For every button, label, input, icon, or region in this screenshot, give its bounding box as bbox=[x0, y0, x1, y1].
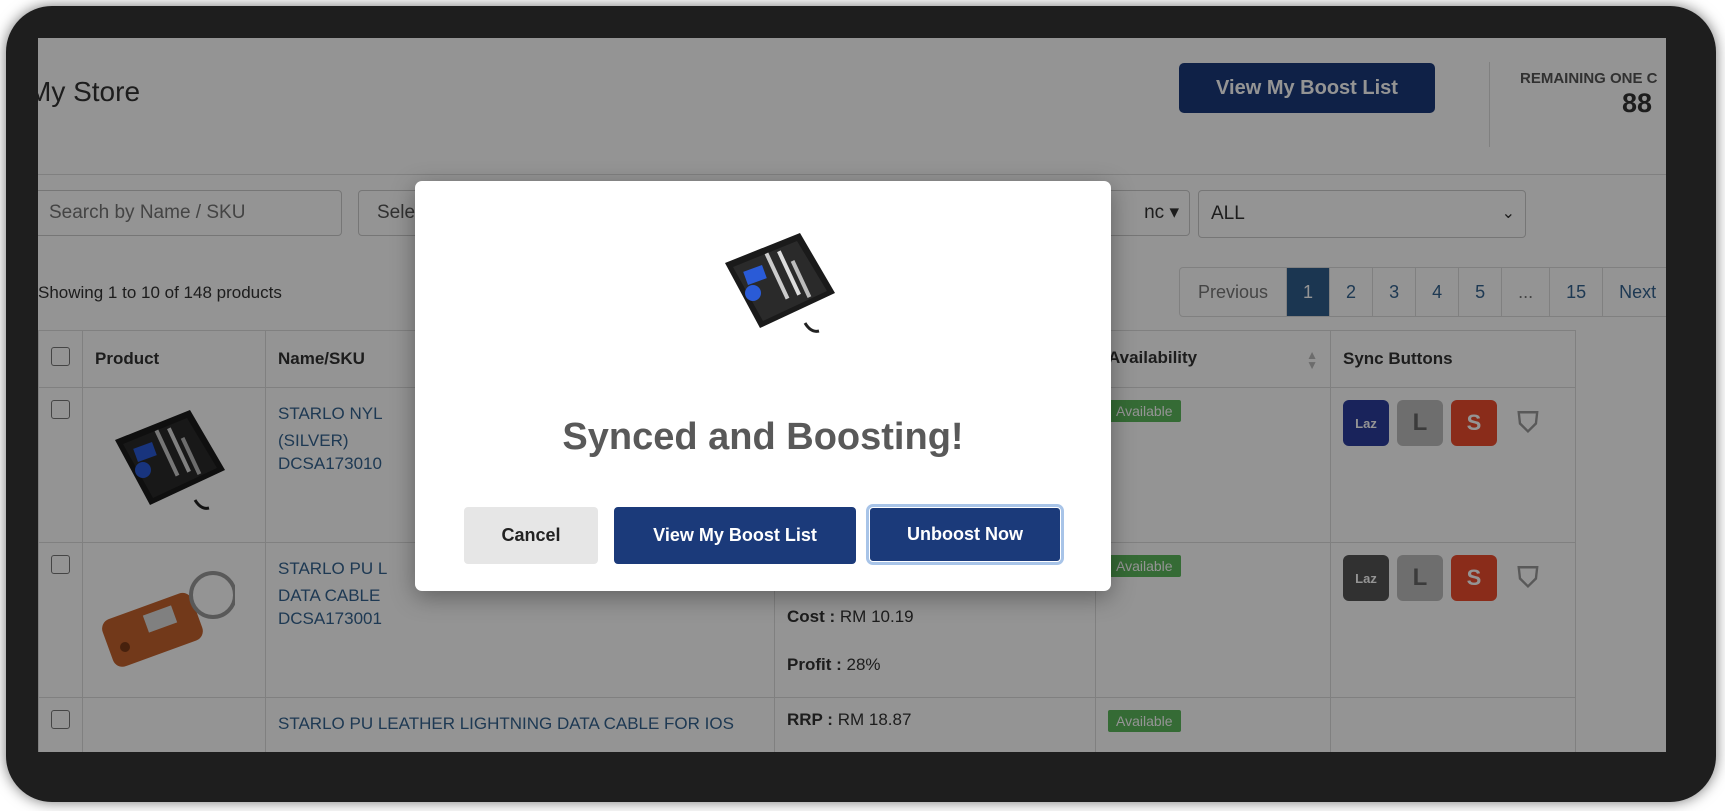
modal-product-image bbox=[725, 233, 835, 333]
store-page: My Store View My Boost List REMAINING ON… bbox=[38, 38, 1666, 752]
cancel-button[interactable]: Cancel bbox=[464, 507, 598, 564]
unboost-now-button[interactable]: Unboost Now bbox=[866, 504, 1064, 565]
screenshot-frame: My Store View My Boost List REMAINING ON… bbox=[6, 6, 1716, 802]
modal-title: Synced and Boosting! bbox=[562, 416, 964, 458]
boost-modal: Synced and Boosting! Cancel View My Boos… bbox=[415, 181, 1111, 591]
view-boost-list-button[interactable]: View My Boost List bbox=[614, 507, 856, 564]
